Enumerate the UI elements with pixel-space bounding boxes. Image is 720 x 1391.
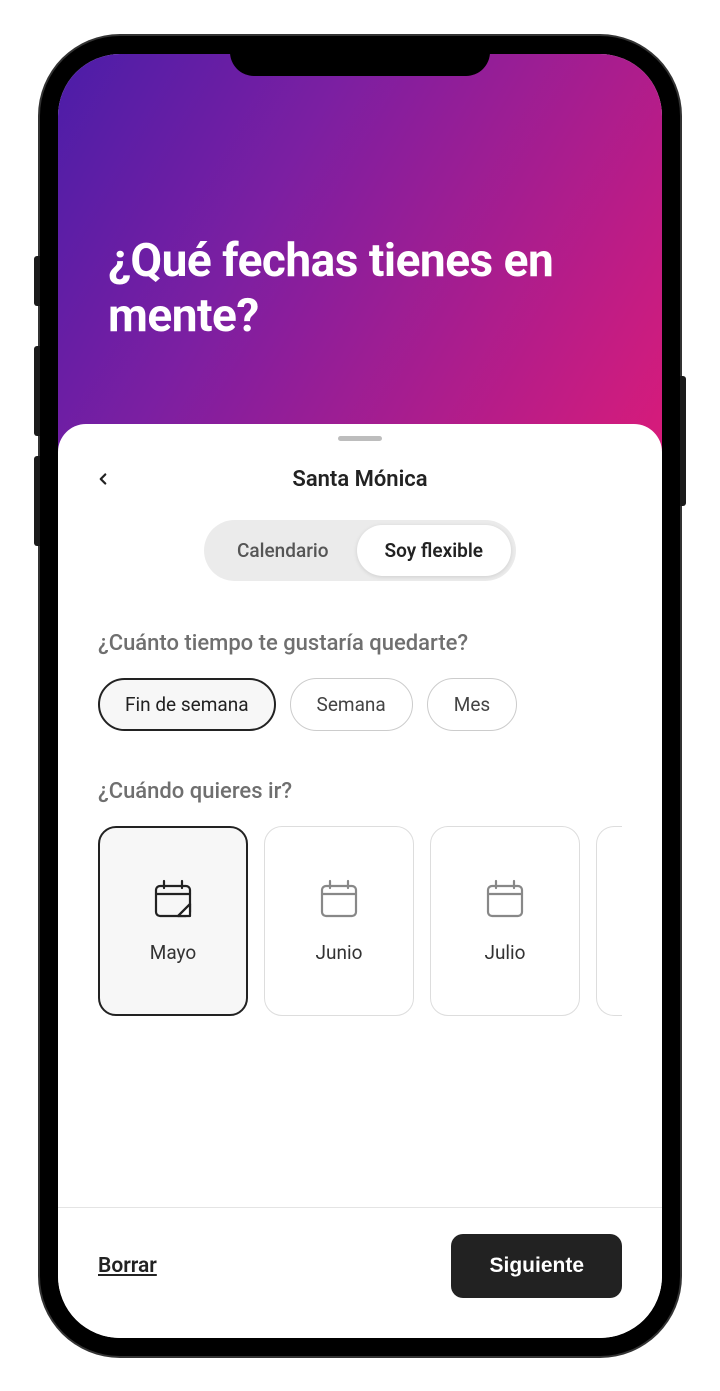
- month-label: Julio: [484, 941, 525, 964]
- when-label: ¿Cuándo quieres ir?: [98, 779, 622, 804]
- month-card-junio[interactable]: Junio: [264, 826, 414, 1016]
- sheet-content: ¿Cuánto tiempo te gustaría quedarte? Fin…: [58, 631, 662, 1207]
- phone-screen: ¿Qué fechas tienes en mente? Santa Mónic…: [58, 54, 662, 1338]
- back-icon[interactable]: [94, 465, 112, 493]
- tab-calendar[interactable]: Calendario: [209, 525, 357, 576]
- mute-switch: [34, 256, 40, 306]
- duration-weekend[interactable]: Fin de semana: [98, 678, 276, 731]
- calendar-icon: [317, 877, 361, 921]
- month-card-next-partial[interactable]: [596, 826, 622, 1016]
- month-card-mayo[interactable]: Mayo: [98, 826, 248, 1016]
- drag-handle[interactable]: [338, 436, 382, 441]
- gradient-header: ¿Qué fechas tienes en mente?: [58, 54, 662, 454]
- duration-week[interactable]: Semana: [290, 678, 413, 731]
- month-card-julio[interactable]: Julio: [430, 826, 580, 1016]
- sheet-footer: Borrar Siguiente: [58, 1207, 662, 1338]
- next-button[interactable]: Siguiente: [451, 1234, 622, 1298]
- month-label: Junio: [316, 941, 363, 964]
- month-scroll[interactable]: Mayo Junio: [98, 826, 622, 1016]
- bottom-sheet: Santa Mónica Calendario Soy flexible ¿Cu…: [58, 424, 662, 1338]
- volume-down: [34, 456, 40, 546]
- power-button: [680, 376, 686, 506]
- volume-up: [34, 346, 40, 436]
- duration-options: Fin de semana Semana Mes: [98, 678, 622, 731]
- duration-label: ¿Cuánto tiempo te gustaría quedarte?: [98, 631, 622, 656]
- calendar-icon: [483, 877, 527, 921]
- phone-frame: ¿Qué fechas tienes en mente? Santa Mónic…: [40, 36, 680, 1356]
- sheet-location-title: Santa Mónica: [88, 467, 632, 492]
- sheet-header: Santa Mónica: [58, 459, 662, 520]
- page-title: ¿Qué fechas tienes en mente?: [108, 234, 612, 344]
- month-label: Mayo: [150, 941, 196, 964]
- tab-flexible[interactable]: Soy flexible: [357, 525, 511, 576]
- duration-month[interactable]: Mes: [427, 678, 517, 731]
- clear-button[interactable]: Borrar: [98, 1254, 157, 1278]
- calendar-icon: [151, 877, 195, 921]
- date-mode-tabs: Calendario Soy flexible: [204, 520, 516, 581]
- phone-notch: [230, 36, 490, 76]
